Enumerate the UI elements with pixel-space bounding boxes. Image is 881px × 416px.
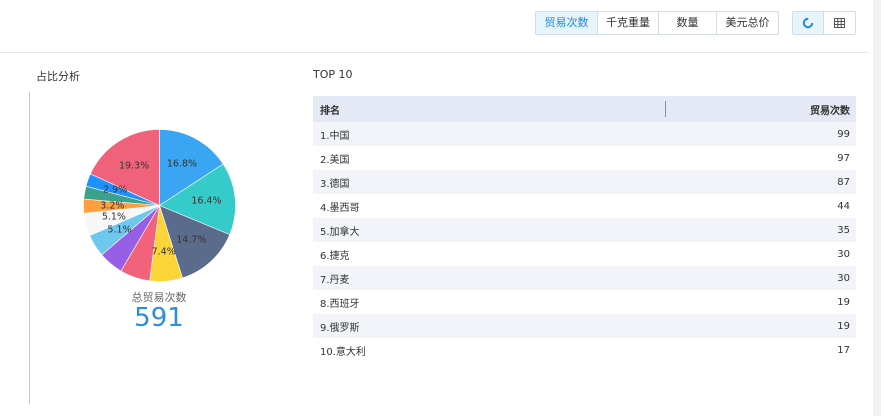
pie-slice-label: 19.3% [118, 160, 150, 172]
trade-count-value: 19 [837, 296, 850, 308]
view-toggle [792, 11, 856, 35]
pie-slice-label: 5.1% [101, 211, 126, 223]
table-row[interactable]: 9.俄罗斯 19 [313, 314, 856, 338]
country-rank-name: 10.意大利 [320, 346, 366, 358]
trade-count-value: 35 [837, 224, 850, 236]
country-rank-name: 1.中国 [320, 130, 350, 142]
pie-slice-label: 14.7% [176, 234, 207, 246]
table-row[interactable]: 3.德国 87 [313, 170, 856, 194]
header-divider [0, 52, 869, 53]
metric-trade-count-button[interactable]: 贸易次数 [536, 12, 598, 34]
pie-slice-label: 3.2% [100, 200, 125, 212]
table-header: 排名 贸易次数 [313, 96, 856, 122]
pie-slice-label: 5.1% [107, 224, 132, 236]
trade-count-value: 97 [837, 152, 850, 164]
metric-quantity-button[interactable]: 数量 [659, 12, 717, 34]
metric-toolbar: 贸易次数 千克重量 数量 美元总价 [535, 11, 779, 35]
pie-slice-label: 2.9% [103, 184, 128, 196]
table-row[interactable]: 7.丹麦 30 [313, 266, 856, 290]
column-resize-handle[interactable] [665, 101, 666, 117]
country-rank-name: 5.加拿大 [320, 226, 360, 238]
country-rank-name: 8.西班牙 [320, 298, 360, 310]
trade-count-value: 17 [837, 344, 850, 356]
top10-table: 排名 贸易次数 1.中国 99 2.美国 97 3.德国 87 4.墨西哥 44 5.加拿大 35… [313, 96, 856, 362]
table-row[interactable]: 4.墨西哥 44 [313, 194, 856, 218]
trade-count-value: 30 [837, 272, 850, 284]
country-rank-name: 7.丹麦 [320, 274, 350, 286]
trade-count-value: 87 [837, 176, 850, 188]
trade-count-value: 99 [837, 128, 850, 140]
country-rank-name: 3.德国 [320, 178, 350, 190]
vertical-scrollbar[interactable] [873, 0, 881, 416]
table-view-button[interactable] [824, 12, 855, 34]
metric-weight-button[interactable]: 千克重量 [598, 12, 659, 34]
pie-view-button[interactable] [793, 12, 824, 34]
pie-chart-icon [802, 17, 814, 29]
country-rank-name: 6.捷克 [320, 250, 350, 262]
table-body: 1.中国 99 2.美国 97 3.德国 87 4.墨西哥 44 5.加拿大 35 6.捷克 30 7.… [313, 122, 856, 362]
pie-slice-label: 16.4% [191, 195, 222, 207]
share-analysis-title: 占比分析 [36, 70, 80, 83]
rank-column-header[interactable]: 排名 [313, 102, 810, 117]
total-trade-count-value: 591 [134, 303, 184, 333]
table-icon [834, 18, 845, 28]
table-row[interactable]: 1.中国 99 [313, 122, 856, 146]
top10-title: TOP 10 [313, 68, 353, 81]
trade-count-value: 44 [837, 200, 850, 212]
left-axis-line [29, 92, 30, 404]
table-row[interactable]: 10.意大利 17 [313, 338, 856, 362]
country-rank-name: 4.墨西哥 [320, 202, 360, 214]
table-row[interactable]: 6.捷克 30 [313, 242, 856, 266]
trade-count-column-header[interactable]: 贸易次数 [810, 102, 856, 117]
metric-usd-total-button[interactable]: 美元总价 [717, 12, 778, 34]
trade-count-value: 19 [837, 320, 850, 332]
metric-segmented-control: 贸易次数 千克重量 数量 美元总价 [535, 11, 779, 35]
table-row[interactable]: 2.美国 97 [313, 146, 856, 170]
table-row[interactable]: 5.加拿大 35 [313, 218, 856, 242]
country-rank-name: 2.美国 [320, 154, 350, 166]
trade-count-value: 30 [837, 248, 850, 260]
country-rank-name: 9.俄罗斯 [320, 322, 360, 334]
table-row[interactable]: 8.西班牙 19 [313, 290, 856, 314]
pie-slice-label: 16.8% [166, 158, 198, 170]
pie-slice-label: 7.4% [151, 246, 176, 258]
